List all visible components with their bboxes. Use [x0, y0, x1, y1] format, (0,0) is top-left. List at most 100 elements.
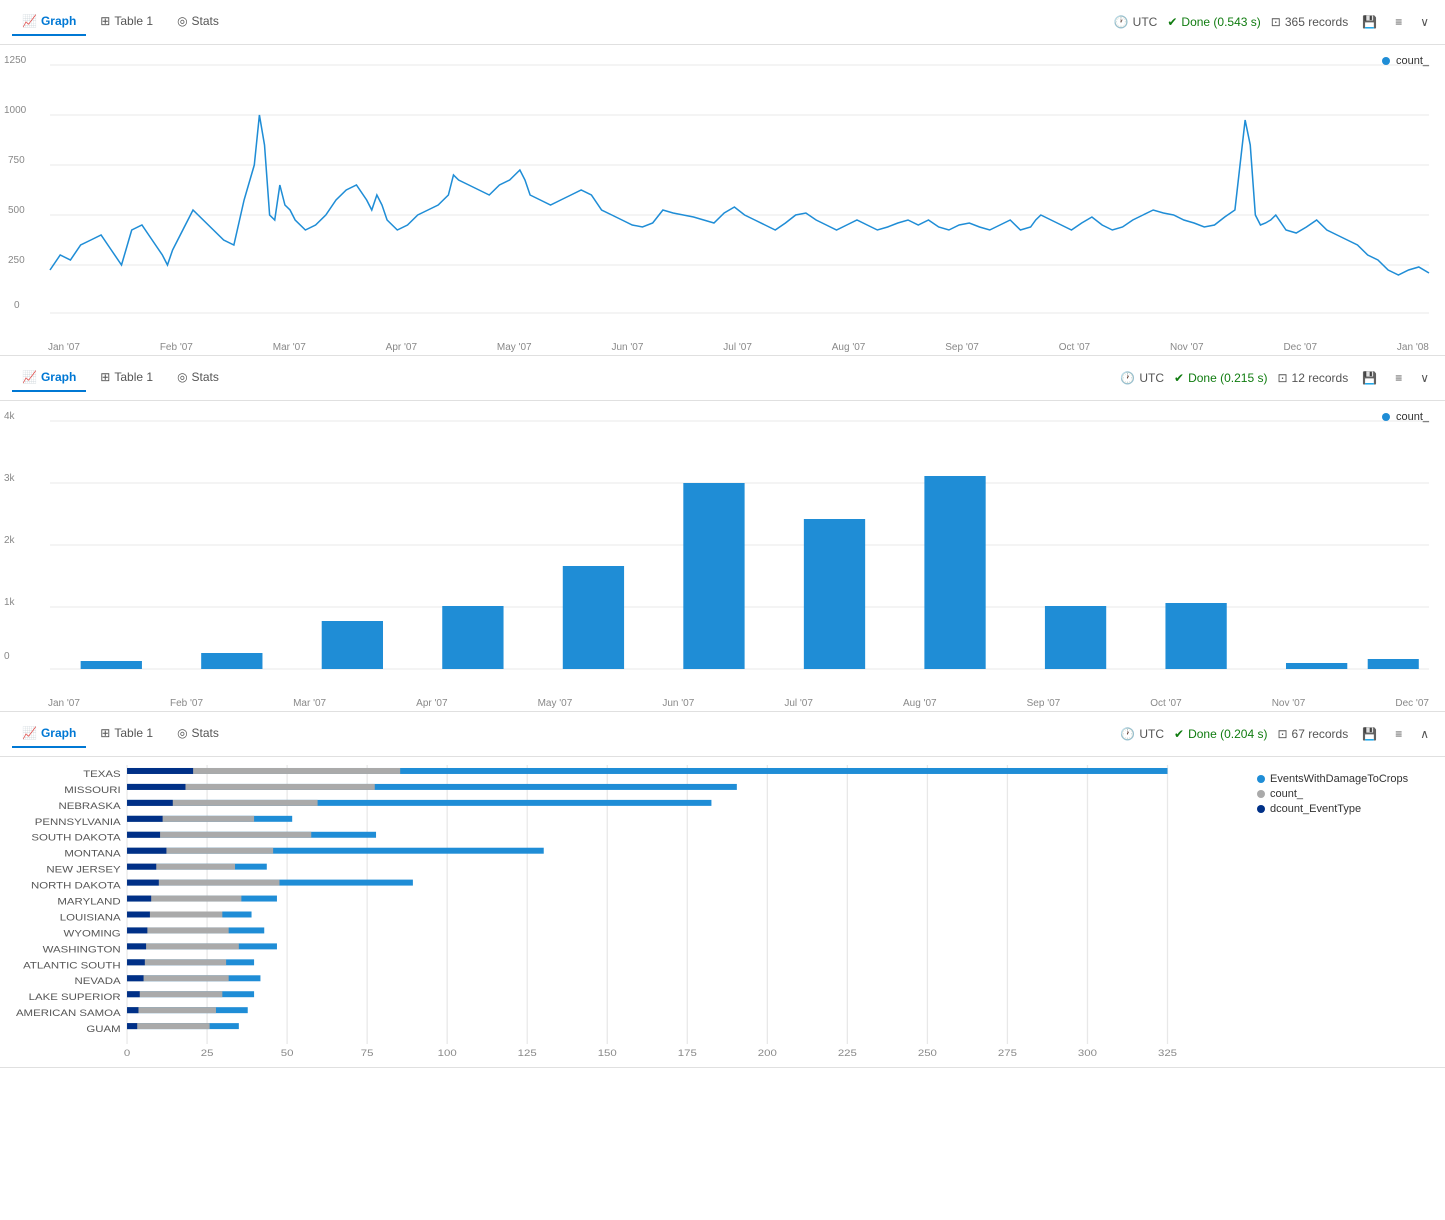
panel-2-header: 📈 Graph ⊞ Table 1 ◎ Stats 🕐 UTC ✔ Done (…: [0, 356, 1445, 401]
x2-aug07: Aug '07: [903, 698, 937, 709]
svg-text:150: 150: [598, 1049, 617, 1059]
svg-text:100: 100: [438, 1049, 457, 1059]
y2-label-2k: 2k: [4, 535, 15, 546]
x2-feb07: Feb '07: [170, 698, 203, 709]
x-dec07: Dec '07: [1283, 342, 1317, 353]
graph-icon-2: 📈: [22, 370, 37, 384]
line-chart-svg: [50, 55, 1429, 325]
x2-may07: May '07: [538, 698, 573, 709]
line-chart-area: count_ 1250 1000 750 500 250 0 Jan '07 F…: [0, 45, 1445, 355]
chevron-up-3[interactable]: ∧: [1416, 725, 1433, 743]
columns-button-3[interactable]: ≡: [1391, 725, 1406, 743]
panel-1-header: 📈 Graph ⊞ Table 1 ◎ Stats 🕐 UTC ✔ Done (…: [0, 0, 1445, 45]
utc-status-2: 🕐 UTC: [1120, 371, 1164, 385]
chevron-down-2[interactable]: ∨: [1416, 369, 1433, 387]
tab-table-2[interactable]: ⊞ Table 1: [90, 364, 163, 392]
x2-sep07: Sep '07: [1027, 698, 1061, 709]
x2-jul07: Jul '07: [784, 698, 813, 709]
done-status-1: ✔ Done (0.543 s): [1167, 15, 1260, 29]
svg-text:125: 125: [518, 1049, 537, 1059]
stats-icon-2: ◎: [177, 370, 187, 384]
svg-text:NORTH DAKOTA: NORTH DAKOTA: [31, 882, 121, 892]
svg-text:0: 0: [124, 1049, 131, 1059]
panel-1: 📈 Graph ⊞ Table 1 ◎ Stats 🕐 UTC ✔ Done (…: [0, 0, 1445, 356]
panel-2: 📈 Graph ⊞ Table 1 ◎ Stats 🕐 UTC ✔ Done (…: [0, 356, 1445, 712]
panel-3: 📈 Graph ⊞ Table 1 ◎ Stats 🕐 UTC ✔ Done (…: [0, 712, 1445, 1068]
records-icon-2: ⊡: [1277, 371, 1287, 385]
save-button-1[interactable]: 💾: [1358, 13, 1381, 31]
columns-button-2[interactable]: ≡: [1391, 369, 1406, 387]
legend-dot-3b: [1257, 790, 1265, 798]
x2-nov07: Nov '07: [1272, 698, 1306, 709]
stats-icon-1: ◎: [177, 14, 187, 28]
y-label-250: 250: [8, 255, 25, 266]
x-jul07: Jul '07: [723, 342, 752, 353]
x2-mar07: Mar '07: [293, 698, 326, 709]
records-2: ⊡ 12 records: [1277, 371, 1348, 385]
svg-text:250: 250: [918, 1049, 937, 1059]
x2-jan07: Jan '07: [48, 698, 80, 709]
svg-text:NEBRASKA: NEBRASKA: [58, 802, 120, 812]
bar-chart-area: count_ 4k 3k 2k 1k 0: [0, 401, 1445, 711]
x-oct07: Oct '07: [1059, 342, 1090, 353]
table-icon-1: ⊞: [100, 14, 110, 28]
legend-dot-2: [1382, 413, 1390, 421]
panel-1-right: 🕐 UTC ✔ Done (0.543 s) ⊡ 365 records 💾 ≡…: [1114, 13, 1433, 31]
svg-text:SOUTH DAKOTA: SOUTH DAKOTA: [31, 834, 120, 844]
svg-text:GUAM: GUAM: [86, 1025, 120, 1035]
done-status-3: ✔ Done (0.204 s): [1174, 727, 1267, 741]
legend-item-3: dcount_EventType: [1257, 803, 1433, 815]
tab-table-3[interactable]: ⊞ Table 1: [90, 720, 163, 748]
x2-oct07: Oct '07: [1150, 698, 1181, 709]
legend-item-2: count_: [1257, 788, 1433, 800]
svg-text:275: 275: [998, 1049, 1017, 1059]
svg-text:MARYLAND: MARYLAND: [57, 898, 120, 908]
svg-text:200: 200: [758, 1049, 777, 1059]
hbar-svg: TEXAS MISSOURI NEBRASKA PENNSYLVANIA SOU…: [0, 765, 1245, 1059]
save-button-3[interactable]: 💾: [1358, 725, 1381, 743]
legend-dot-3a: [1257, 775, 1265, 783]
svg-text:MONTANA: MONTANA: [64, 850, 120, 860]
tab-stats-2[interactable]: ◎ Stats: [167, 364, 229, 392]
x2-apr07: Apr '07: [416, 698, 447, 709]
svg-text:NEW JERSEY: NEW JERSEY: [46, 866, 120, 876]
horizontal-chart-area: TEXAS MISSOURI NEBRASKA PENNSYLVANIA SOU…: [0, 765, 1245, 1059]
x-jan07: Jan '07: [48, 342, 80, 353]
svg-text:300: 300: [1078, 1049, 1097, 1059]
svg-text:LAKE SUPERIOR: LAKE SUPERIOR: [29, 993, 121, 1003]
panel-3-header: 📈 Graph ⊞ Table 1 ◎ Stats 🕐 UTC ✔ Done (…: [0, 712, 1445, 757]
legend-item-1: EventsWithDamageToCrops: [1257, 773, 1433, 785]
save-button-2[interactable]: 💾: [1358, 369, 1381, 387]
stats-icon-3: ◎: [177, 726, 187, 740]
y-label-1000: 1000: [4, 105, 26, 116]
y-label-0: 0: [14, 300, 20, 311]
panel-3-right: 🕐 UTC ✔ Done (0.204 s) ⊡ 67 records 💾 ≡ …: [1120, 725, 1433, 743]
tab-stats-1[interactable]: ◎ Stats: [167, 8, 229, 36]
utc-icon-1: 🕐: [1114, 15, 1129, 29]
utc-status-1: 🕐 UTC: [1114, 15, 1158, 29]
y2-label-4k: 4k: [4, 411, 15, 422]
svg-text:NEVADA: NEVADA: [75, 977, 121, 987]
columns-button-1[interactable]: ≡: [1391, 13, 1406, 31]
x-apr07: Apr '07: [386, 342, 417, 353]
table-icon-2: ⊞: [100, 370, 110, 384]
legend-dot-1: [1382, 57, 1390, 65]
utc-status-3: 🕐 UTC: [1120, 727, 1164, 741]
tab-graph-1[interactable]: 📈 Graph: [12, 8, 86, 36]
svg-text:WASHINGTON: WASHINGTON: [43, 945, 121, 955]
records-icon-3: ⊡: [1277, 727, 1287, 741]
chevron-down-1[interactable]: ∨: [1416, 13, 1433, 31]
horizontal-chart-container: TEXAS MISSOURI NEBRASKA PENNSYLVANIA SOU…: [0, 757, 1445, 1067]
tab-stats-3[interactable]: ◎ Stats: [167, 720, 229, 748]
tab-table-1[interactable]: ⊞ Table 1: [90, 8, 163, 36]
svg-text:175: 175: [678, 1049, 697, 1059]
tab-graph-2[interactable]: 📈 Graph: [12, 364, 86, 392]
x-nov07: Nov '07: [1170, 342, 1204, 353]
y2-label-0: 0: [4, 651, 10, 662]
tab-graph-3[interactable]: 📈 Graph: [12, 720, 86, 748]
x-feb07: Feb '07: [160, 342, 193, 353]
y2-label-1k: 1k: [4, 597, 15, 608]
bar-chart-svg: [50, 411, 1429, 681]
y-label-500: 500: [8, 205, 25, 216]
x-mar07: Mar '07: [273, 342, 306, 353]
